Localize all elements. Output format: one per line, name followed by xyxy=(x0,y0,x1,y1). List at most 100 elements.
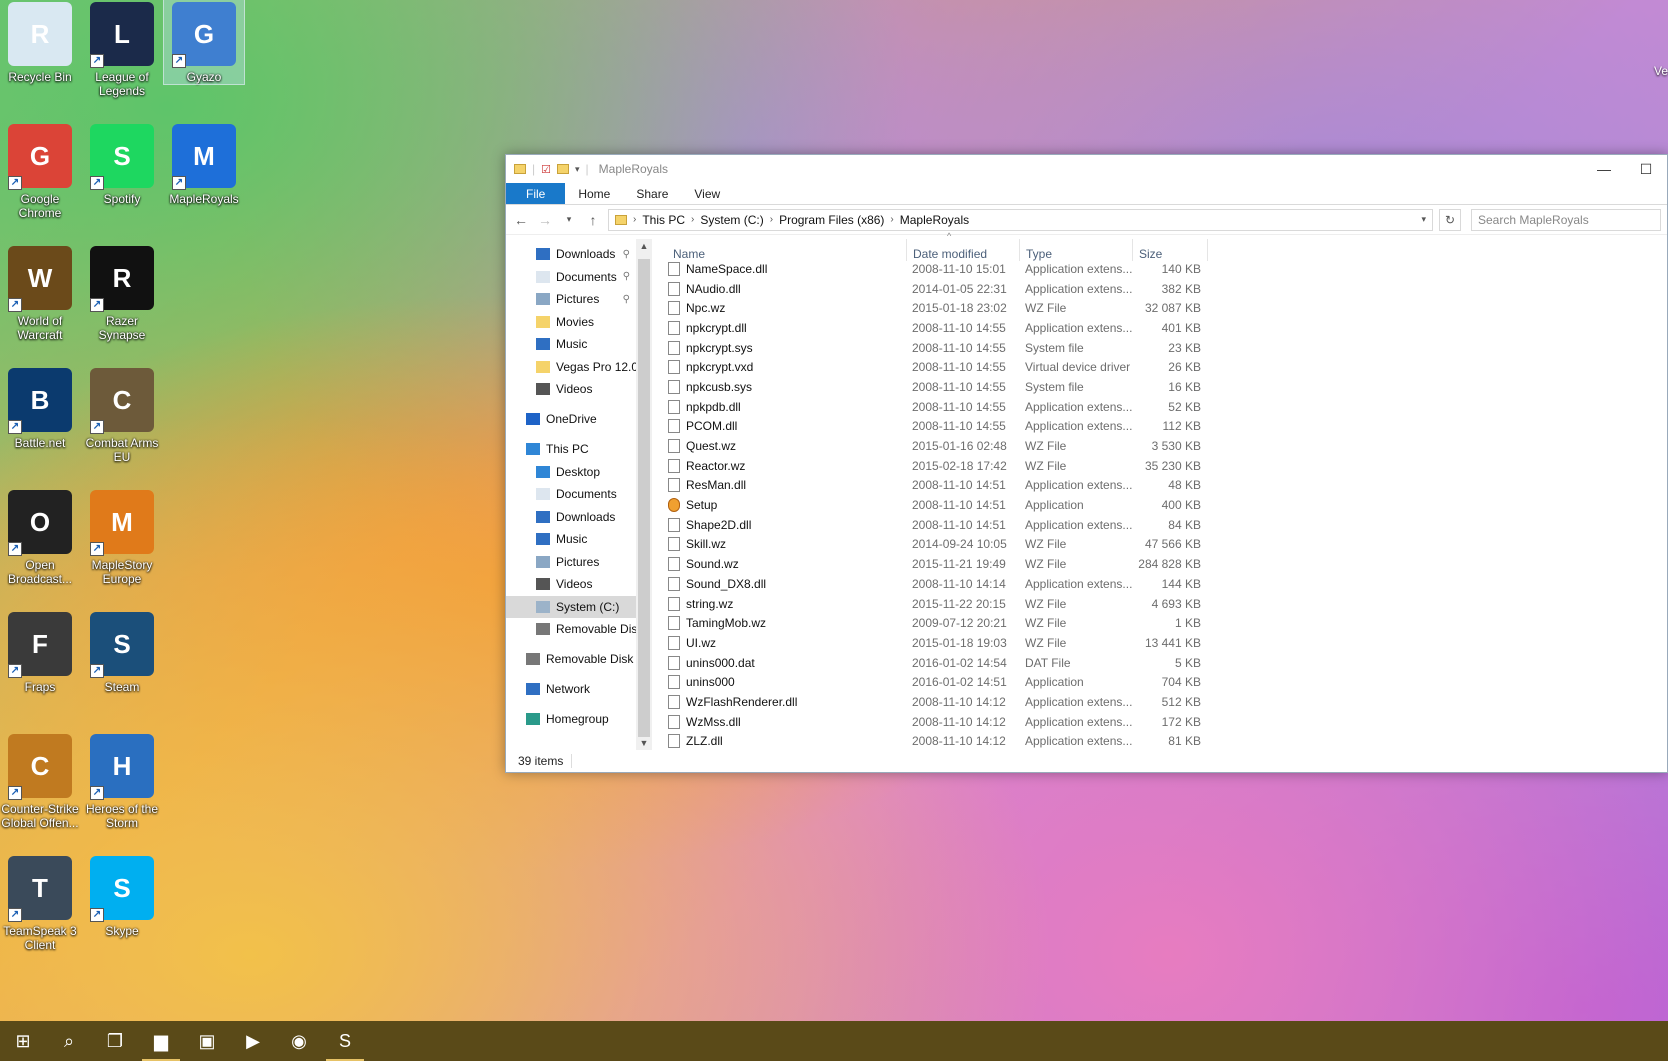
address-dropdown-chevron-icon[interactable]: ▾ xyxy=(1421,214,1426,225)
task-view-button[interactable]: ❐ xyxy=(92,1021,138,1061)
folder-icon[interactable] xyxy=(514,164,526,174)
file-row[interactable]: npkpdb.dll 2008-11-10 14:55 Application ex… xyxy=(666,397,1667,417)
desktop-icon-spotify[interactable]: S ↗ Spotify xyxy=(82,122,162,206)
nav-item-desktop[interactable]: Desktop xyxy=(506,461,636,484)
nav-item-documents[interactable]: Documents xyxy=(506,483,636,506)
breadcrumb-this-pc[interactable]: This PC xyxy=(642,213,685,227)
breadcrumb-program-files[interactable]: Program Files (x86) xyxy=(779,213,884,227)
file-row[interactable]: PCOM.dll 2008-11-10 14:55 Application exte… xyxy=(666,417,1667,437)
tab-share[interactable]: Share xyxy=(623,183,681,204)
file-row[interactable]: Skill.wz 2014-09-24 10:05 WZ File 47 566 KB xyxy=(666,535,1667,555)
nav-item-onedrive[interactable]: OneDrive xyxy=(506,408,636,431)
start-button[interactable]: ⊞ xyxy=(0,1021,46,1061)
new-folder-icon[interactable] xyxy=(557,164,569,174)
nav-item-downloads[interactable]: Downloads ⚲ xyxy=(506,243,636,266)
navigation-scrollbar[interactable]: ▲ ▼ xyxy=(636,239,652,750)
desktop-icon-fraps[interactable]: F ↗ Fraps xyxy=(0,610,80,694)
desktop-icon-league-of-legends[interactable]: L ↗ League of Legends xyxy=(82,0,162,98)
nav-item-music[interactable]: Music xyxy=(506,528,636,551)
file-row[interactable]: ZLZ.dll 2008-11-10 14:12 Application exten… xyxy=(666,732,1667,752)
file-row[interactable]: WzMss.dll 2008-11-10 14:12 Application ext… xyxy=(666,712,1667,732)
nav-item-this-pc[interactable]: This PC xyxy=(506,438,636,461)
desktop-icon-teamspeak[interactable]: T ↗ TeamSpeak 3 Client xyxy=(0,854,80,952)
file-explorer-button[interactable]: ▆ xyxy=(138,1021,184,1061)
skype-button[interactable]: S xyxy=(322,1021,368,1061)
column-header-name[interactable]: Name xyxy=(667,239,907,261)
minimize-button[interactable]: — xyxy=(1583,161,1625,178)
file-row[interactable]: npkcrypt.vxd 2008-11-10 14:55 Virtual devi… xyxy=(666,357,1667,377)
media-player-button[interactable]: ▶ xyxy=(230,1021,276,1061)
up-arrow-icon[interactable]: ↑ xyxy=(584,212,602,228)
tab-view[interactable]: View xyxy=(681,183,733,204)
scroll-up-icon[interactable]: ▲ xyxy=(636,241,652,251)
file-row[interactable]: Npc.wz 2015-01-18 23:02 WZ File 32 087 KB xyxy=(666,298,1667,318)
desktop-item-fragment[interactable]: Ve xyxy=(1654,64,1668,78)
desktop-icon-combat-arms[interactable]: C ↗ Combat Arms EU xyxy=(82,366,162,464)
breadcrumb[interactable]: › This PC › System (C:) › Program Files … xyxy=(608,208,1433,231)
file-row[interactable]: Sound_DX8.dll 2008-11-10 14:14 Application… xyxy=(666,574,1667,594)
store-button[interactable]: ▣ xyxy=(184,1021,230,1061)
desktop-icon-chrome[interactable]: G ↗ Google Chrome xyxy=(0,122,80,220)
nav-item-pictures[interactable]: Pictures xyxy=(506,551,636,574)
breadcrumb-system-c[interactable]: System (C:) xyxy=(700,213,763,227)
desktop-icon-mapleroyals[interactable]: M ↗ MapleRoyals xyxy=(164,122,244,206)
file-row[interactable]: Shape2D.dll 2008-11-10 14:51 Application e… xyxy=(666,515,1667,535)
nav-item-system-c[interactable]: System (C:) xyxy=(506,595,636,618)
maximize-button[interactable]: ☐ xyxy=(1625,161,1667,178)
file-row[interactable]: npkcrypt.sys 2008-11-10 14:55 System file 2… xyxy=(666,338,1667,358)
search-button[interactable]: ⌕ xyxy=(46,1021,92,1061)
nav-item-videos[interactable]: Videos xyxy=(506,573,636,596)
file-row[interactable]: unins000 2016-01-02 14:51 Application 704 K… xyxy=(666,672,1667,692)
recent-locations-chevron-icon[interactable]: ▾ xyxy=(560,214,578,225)
desktop-icon-obs[interactable]: O ↗ Open Broadcast... xyxy=(0,488,80,586)
nav-item-vegas-pro-12-0[interactable]: Vegas Pro 12.0 xyxy=(506,356,636,379)
desktop-icon-razer-synapse[interactable]: R ↗ Razer Synapse xyxy=(82,244,162,342)
file-row[interactable]: NameSpace.dll 2008-11-10 15:01 Application… xyxy=(666,259,1667,279)
desktop-icon-steam[interactable]: S ↗ Steam xyxy=(82,610,162,694)
desktop-icon-heroes-of-the-storm[interactable]: H ↗ Heroes of the Storm xyxy=(82,732,162,830)
file-row[interactable]: UI.wz 2015-01-18 19:03 WZ File 13 441 KB xyxy=(666,633,1667,653)
file-row[interactable]: npkcrypt.dll 2008-11-10 14:55 Application … xyxy=(666,318,1667,338)
column-header-type[interactable]: Type xyxy=(1020,239,1133,261)
nav-item-network[interactable]: Network xyxy=(506,678,636,701)
chrome-button[interactable]: ◉ xyxy=(276,1021,322,1061)
desktop-icon-maplestory[interactable]: M ↗ MapleStory Europe xyxy=(82,488,162,586)
file-row[interactable]: TamingMob.wz 2009-07-12 20:21 WZ File 1 KB xyxy=(666,613,1667,633)
nav-item-downloads[interactable]: Downloads xyxy=(506,506,636,529)
search-input[interactable]: Search MapleRoyals xyxy=(1471,208,1661,231)
file-row[interactable]: npkcusb.sys 2008-11-10 14:55 System file 16… xyxy=(666,377,1667,397)
desktop-icon-skype[interactable]: S ↗ Skype xyxy=(82,854,162,938)
nav-item-music[interactable]: Music xyxy=(506,333,636,356)
desktop-icon-recycle-bin[interactable]: R Recycle Bin xyxy=(0,0,80,84)
file-row[interactable]: ResMan.dll 2008-11-10 14:51 Application ex… xyxy=(666,476,1667,496)
forward-arrow-icon[interactable]: → xyxy=(536,212,554,228)
scroll-down-icon[interactable]: ▼ xyxy=(636,738,652,748)
nav-item-documents[interactable]: Documents ⚲ xyxy=(506,266,636,289)
column-header-date[interactable]: Date modified xyxy=(907,239,1020,261)
scroll-thumb[interactable] xyxy=(638,259,650,737)
nav-item-removable-disk-i[interactable]: Removable Disk (I xyxy=(506,648,636,671)
nav-item-videos[interactable]: Videos xyxy=(506,378,636,401)
file-row[interactable]: Sound.wz 2015-11-21 19:49 WZ File 284 828 K… xyxy=(666,554,1667,574)
file-row[interactable]: Reactor.wz 2015-02-18 17:42 WZ File 35 230 … xyxy=(666,456,1667,476)
nav-item-pictures[interactable]: Pictures ⚲ xyxy=(506,288,636,311)
desktop-icon-battlenet[interactable]: B ↗ Battle.net xyxy=(0,366,80,450)
file-row[interactable]: unins000.dat 2016-01-02 14:54 DAT File 5 KB xyxy=(666,653,1667,673)
tab-home[interactable]: Home xyxy=(565,183,623,204)
breadcrumb-mapleroyals[interactable]: MapleRoyals xyxy=(900,213,969,227)
properties-icon[interactable]: ☑ xyxy=(541,163,551,176)
back-arrow-icon[interactable]: ← xyxy=(512,212,530,228)
file-row[interactable]: Quest.wz 2015-01-16 02:48 WZ File 3 530 KB xyxy=(666,436,1667,456)
file-row[interactable]: string.wz 2015-11-22 20:15 WZ File 4 693 KB xyxy=(666,594,1667,614)
customize-toolbar-icon[interactable]: ▾ xyxy=(575,164,580,175)
file-row[interactable]: WzFlashRenderer.dll 2008-11-10 14:12 Appli… xyxy=(666,692,1667,712)
desktop-icon-gyazo[interactable]: G ↗ Gyazo xyxy=(163,0,245,85)
desktop-icon-world-of-warcraft[interactable]: W ↗ World of Warcraft xyxy=(0,244,80,342)
nav-item-removable-disk[interactable]: Removable Disk xyxy=(506,618,636,641)
nav-item-movies[interactable]: Movies xyxy=(506,311,636,334)
file-row[interactable]: Setup 2008-11-10 14:51 Application 400 KB xyxy=(666,495,1667,515)
nav-item-homegroup[interactable]: Homegroup xyxy=(506,708,636,731)
refresh-icon[interactable]: ↻ xyxy=(1439,208,1461,231)
file-row[interactable]: NAudio.dll 2014-01-05 22:31 Application ex… xyxy=(666,279,1667,299)
tab-file[interactable]: File xyxy=(506,183,566,204)
